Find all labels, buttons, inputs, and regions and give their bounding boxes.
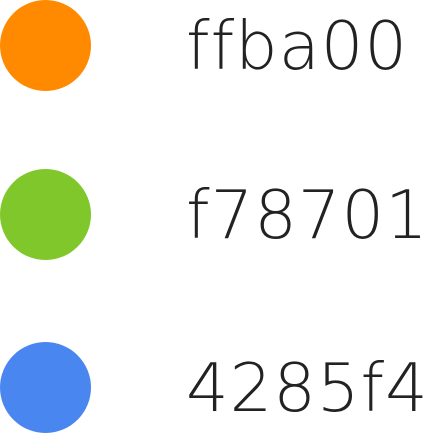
color-swatch-list: ffba00 f78701 4285f4 (0, 0, 423, 438)
green-color-dot (0, 169, 91, 260)
swatch-row: f78701 (0, 169, 423, 265)
orange-color-dot (0, 0, 91, 91)
swatch-hex-label: 4285f4 (186, 349, 423, 427)
swatch-row: 4285f4 (0, 342, 423, 438)
swatch-row: ffba00 (0, 0, 423, 96)
swatch-hex-label: ffba00 (186, 7, 409, 85)
swatch-hex-label: f78701 (186, 176, 423, 254)
blue-color-dot (0, 342, 91, 433)
